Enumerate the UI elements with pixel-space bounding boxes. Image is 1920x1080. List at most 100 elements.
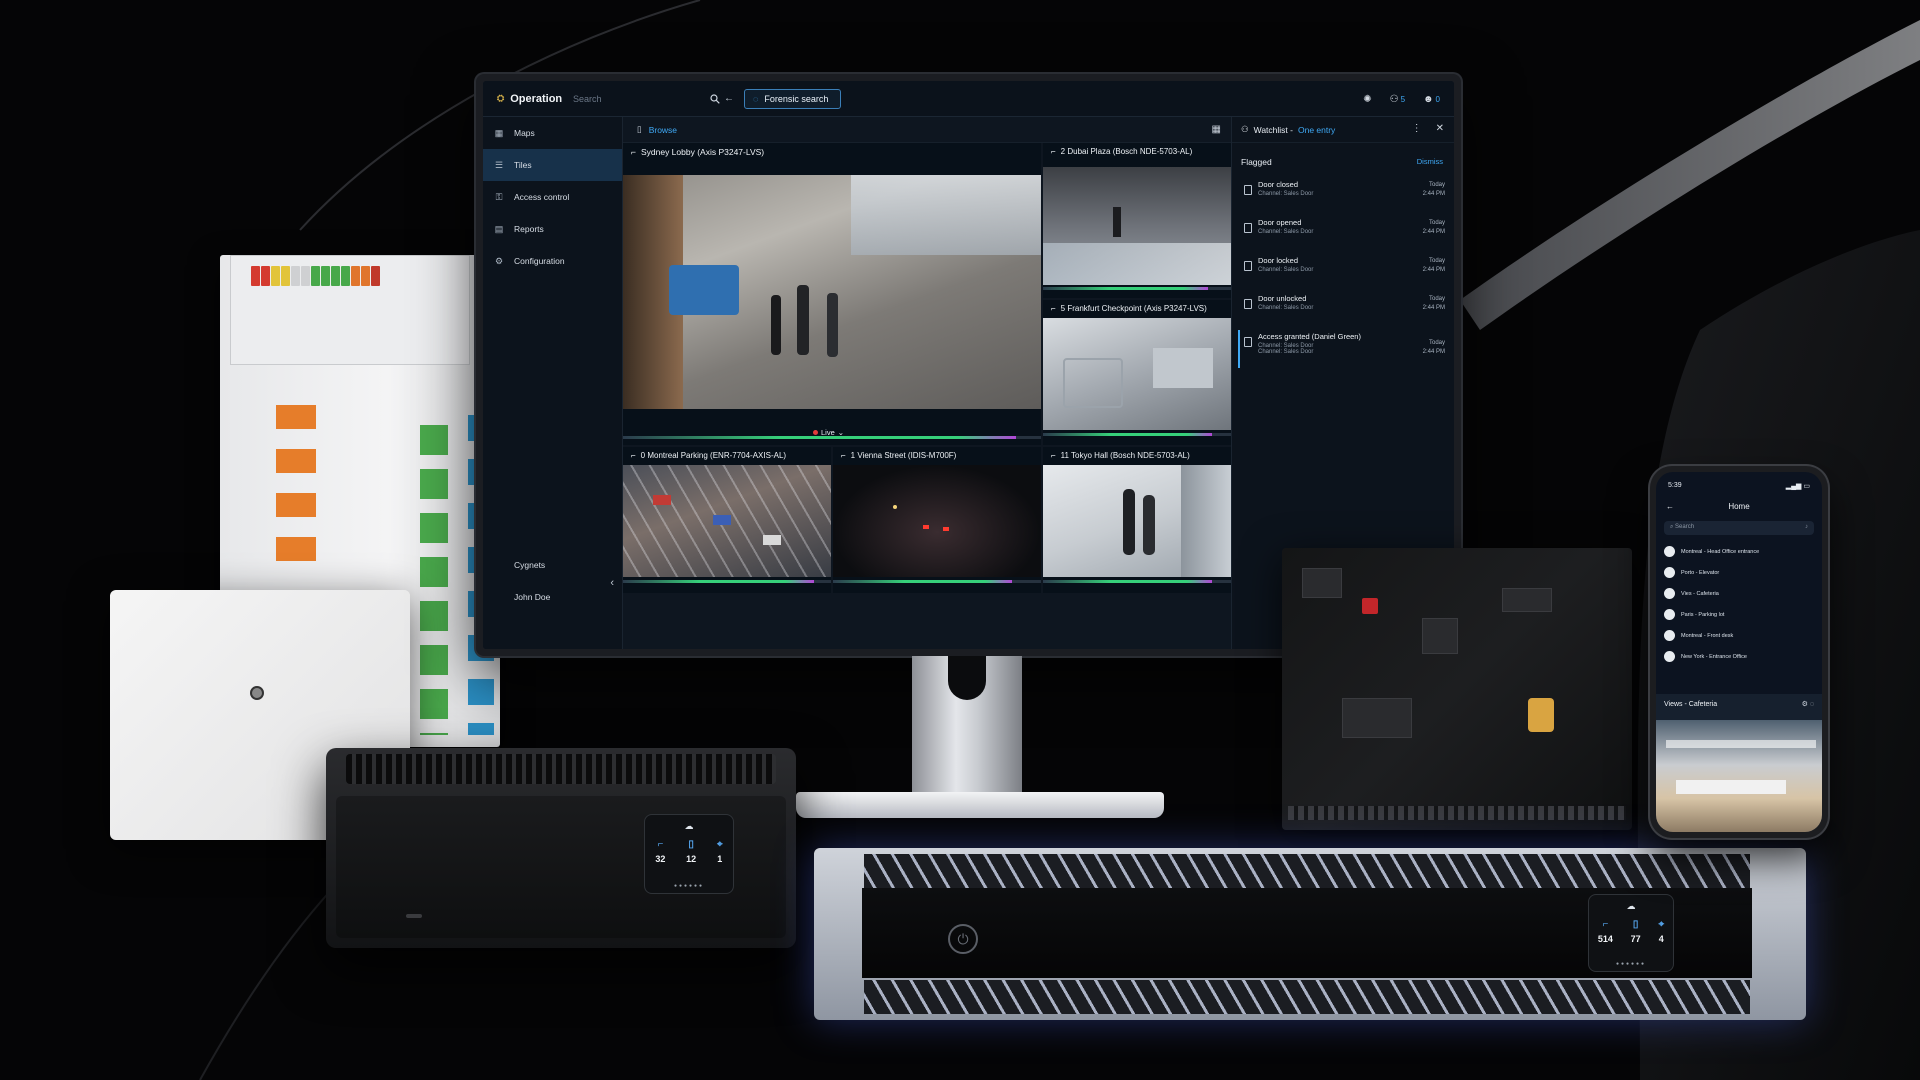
camera-icon: [1664, 630, 1675, 641]
list-item[interactable]: Montreal - Front desk: [1656, 625, 1822, 646]
back-arrow-icon[interactable]: ←: [1666, 502, 1674, 511]
list-item[interactable]: Vies - Cafeteria: [1656, 583, 1822, 604]
watchlist-header: ⚇ Watchlist - One entry ⋮ ✕: [1232, 117, 1454, 143]
search-icon[interactable]: [708, 92, 722, 106]
event-time: Today 2:44 PM: [1422, 296, 1445, 311]
close-icon[interactable]: ✕: [1436, 123, 1444, 134]
views-title: Views - Cafeteria ⚙ ◌: [1664, 700, 1814, 708]
video-tile-sydney-lobby[interactable]: ⌐ Sydney Lobby (Axis P3247-LVS) Live ⌄: [623, 143, 1041, 445]
green-terminals: [420, 425, 448, 735]
tile-title: ⌐ Sydney Lobby (Axis P3247-LVS): [631, 147, 765, 157]
door-icon: ▯: [688, 839, 694, 850]
sidebar-item-user[interactable]: John Doe: [483, 581, 622, 613]
video-tile-dubai-plaza[interactable]: ⌐ 2 Dubai Plaza (Bosch NDE-5703-AL): [1043, 143, 1231, 298]
phone-video-feed[interactable]: [1656, 720, 1822, 832]
dismiss-button[interactable]: Dismiss: [1417, 157, 1443, 167]
binoculars-button[interactable]: ⚇ 5: [1390, 94, 1405, 105]
video-feed: [833, 465, 1041, 577]
video-feed: [623, 175, 1041, 409]
user-profile-icon: [494, 592, 504, 602]
video-tile-montreal-parking[interactable]: ⌐ 0 Montreal Parking (ENR-7704-AXIS-AL): [623, 447, 831, 593]
forensic-search-icon: ◌: [753, 93, 759, 104]
cloud-icon: ☁: [684, 821, 694, 831]
sidebar-item-maps[interactable]: ▦ Maps: [483, 117, 622, 149]
video-tile-vienna-street[interactable]: ⌐ 1 Vienna Street (IDIS-M700F): [833, 447, 1041, 593]
location-icon: ⌖: [1658, 919, 1665, 930]
camera-icon: ⌐: [1051, 304, 1056, 313]
phone-title: ← Home: [1666, 502, 1750, 511]
layout-grid-icon[interactable]: ▦: [1212, 124, 1221, 135]
configuration-icon: ⚙: [494, 255, 504, 266]
video-tile-tokyo-hall[interactable]: ⌐ 11 Tokyo Hall (Bosch NDE-5703-AL): [1043, 447, 1231, 593]
sidebar-item-cygnets[interactable]: Cygnets: [483, 549, 622, 581]
tile-timeline[interactable]: [1043, 433, 1231, 436]
tile-timeline[interactable]: [1043, 580, 1231, 583]
user-alerts-button[interactable]: ☻ 0: [1423, 94, 1440, 105]
signal-battery-icon: ▂▄▆ ▭: [1785, 483, 1810, 490]
settings-icon[interactable]: ⚙ ◌: [1802, 700, 1814, 708]
system-icon: [494, 560, 504, 570]
mobile-phone: 5:39 ▂▄▆ ▭ ← Home ⌕ Search ♪ Montreal - …: [1650, 466, 1828, 838]
camera-icon: ⌐: [1602, 919, 1609, 930]
camera-icon: ⌐: [841, 451, 846, 460]
forensic-search-button[interactable]: ◌ Forensic search: [744, 88, 842, 109]
camera-icon: [1664, 567, 1675, 578]
more-options-icon[interactable]: ⋮: [1412, 123, 1422, 134]
phone-search-input[interactable]: ⌕ Search ♪: [1664, 521, 1814, 535]
badge-icon: [1244, 337, 1252, 347]
camera-icon: ⌐: [631, 451, 636, 460]
browse-icon: ▯: [637, 124, 642, 134]
list-item[interactable]: Porto - Elevator: [1656, 562, 1822, 583]
orange-terminals: [276, 405, 316, 565]
sidebar-item-access-control[interactable]: ⚿ Access control: [483, 181, 622, 213]
camera-icon: ⌐: [631, 147, 636, 157]
event-item[interactable]: Door unlocked Channel: Sales Door Today 2…: [1238, 289, 1445, 327]
browse-bar: ▯ Browse ▦: [623, 117, 1231, 143]
tile-title: ⌐ 1 Vienna Street (IDIS-M700F): [841, 451, 957, 460]
camera-icon: [1664, 609, 1675, 620]
door-icon: ▯: [1632, 919, 1639, 930]
binoculars-icon: ⚇: [1389, 93, 1399, 105]
panel-terminal-block: [230, 255, 470, 365]
browse-tab[interactable]: Browse: [649, 125, 677, 135]
list-item[interactable]: Montreal - Head Office entrance: [1656, 541, 1822, 562]
rack-server: ☁ ⌐ 514 ▯ 77 ⌖ 4 ●●●●●● ⏻: [814, 848, 1806, 1020]
chevron-down-icon: ⌄: [837, 428, 845, 437]
video-feed: [623, 465, 831, 577]
back-arrow-icon[interactable]: ←: [724, 93, 738, 104]
tile-title: ⌐ 2 Dubai Plaza (Bosch NDE-5703-AL): [1051, 147, 1193, 156]
camera-icon: [1664, 546, 1675, 557]
search-input[interactable]: Search: [573, 94, 708, 104]
sidebar-item-reports[interactable]: ▤ Reports: [483, 213, 622, 245]
map-icon: ▦: [494, 127, 504, 138]
power-button-icon[interactable]: ⏻: [948, 924, 978, 954]
tile-timeline[interactable]: [623, 580, 831, 583]
alarm-icon[interactable]: ✺: [1363, 94, 1371, 105]
tiles-icon: ☰: [494, 159, 504, 170]
phone-status-bar: 5:39 ▂▄▆ ▭: [1668, 482, 1810, 490]
phone-views-panel: Views - Cafeteria ⚙ ◌: [1656, 694, 1822, 832]
app-title[interactable]: ⛭ Operation: [497, 93, 563, 105]
video-tile-frankfurt-checkpoint[interactable]: ⌐ 5 Frankfurt Checkpoint (Axis P3247-LVS): [1043, 300, 1231, 445]
sidebar-item-tiles[interactable]: ☰ Tiles: [483, 149, 622, 181]
tile-timeline[interactable]: [1043, 287, 1231, 290]
event-item[interactable]: Door opened Channel: Sales Door Today 2:4…: [1238, 213, 1445, 251]
camera-icon: ⌐: [657, 839, 664, 850]
controller-board: [1282, 548, 1632, 830]
microphone-icon[interactable]: ♪: [1805, 524, 1808, 530]
list-item[interactable]: Paris - Parking lot: [1656, 604, 1822, 625]
tile-timeline[interactable]: [833, 580, 1041, 583]
enclosure-lock-icon: [250, 686, 264, 700]
mobile-app-screen: 5:39 ▂▄▆ ▭ ← Home ⌕ Search ♪ Montreal - …: [1656, 472, 1822, 832]
collapse-sidebar-icon[interactable]: ‹: [610, 577, 614, 589]
event-item[interactable]: Door locked Channel: Sales Door Today 2:4…: [1238, 251, 1445, 289]
video-feed: [1043, 465, 1231, 577]
sidebar-item-configuration[interactable]: ⚙ Configuration: [483, 245, 622, 277]
event-time: Today 2:44 PM: [1422, 258, 1445, 273]
event-item[interactable]: Door closed Channel: Sales Door Today 2:4…: [1238, 175, 1445, 213]
watchlist-entry-link[interactable]: One entry: [1298, 125, 1335, 135]
tile-title: ⌐ 5 Frankfurt Checkpoint (Axis P3247-LVS): [1051, 304, 1207, 313]
event-item-selected[interactable]: Access granted (Daniel Green) Channel: S…: [1238, 327, 1445, 371]
live-indicator[interactable]: Live ⌄: [813, 428, 844, 437]
list-item[interactable]: New York - Entrance Office: [1656, 646, 1822, 667]
